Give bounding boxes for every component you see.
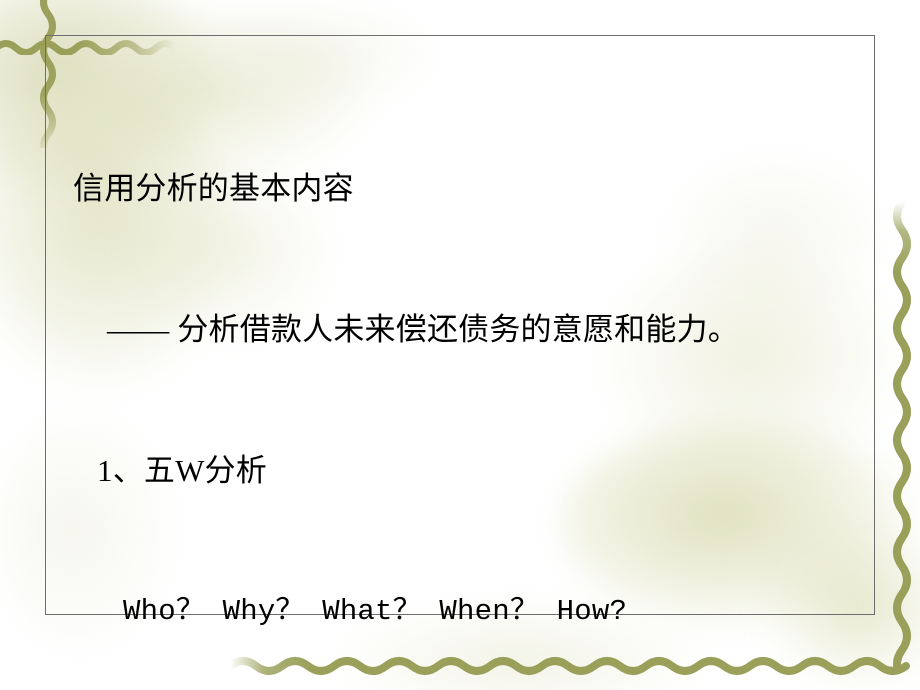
page-title: 信用分析的基本内容 (73, 171, 354, 206)
content-line-subtitle: —— 分析借款人未来偿还债务的意愿和能力。 (107, 312, 739, 347)
content-line-item-1: 1、五W分析 (97, 453, 267, 488)
slide-canvas: 信用分析的基本内容 —— 分析借款人未来偿还债务的意愿和能力。 1、五W分析 W… (0, 0, 920, 690)
slide-content-text[interactable]: 信用分析的基本内容 —— 分析借款人未来偿还债务的意愿和能力。 1、五W分析 W… (45, 35, 875, 628)
vine-right-vertical-icon (893, 200, 911, 670)
content-line-five-w: Who？ Why？ What？ When？ How? (123, 595, 628, 628)
